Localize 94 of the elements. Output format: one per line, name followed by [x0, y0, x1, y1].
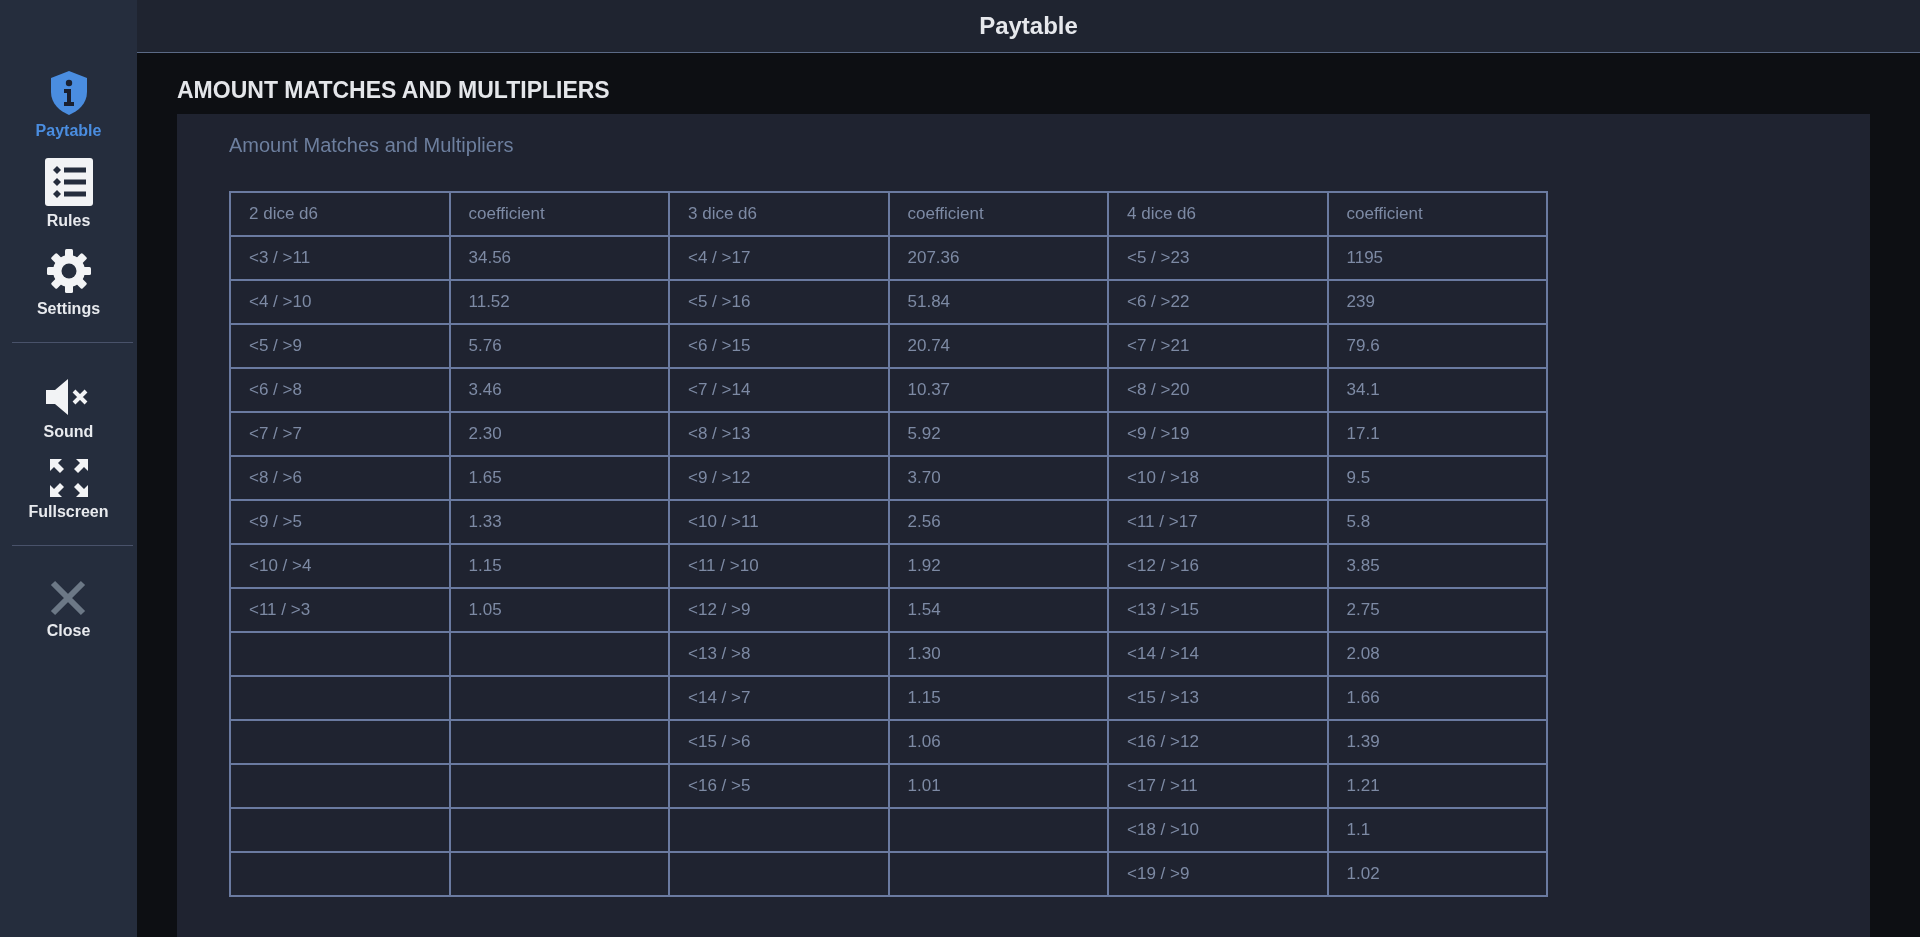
list-icon	[44, 158, 93, 206]
table-cell: <4 / >10	[230, 280, 450, 324]
table-cell: <13 / >8	[669, 632, 889, 676]
table-cell: 11.52	[449, 280, 669, 324]
table-cell: <5 / >23	[1108, 236, 1328, 280]
table-cell: 1.02	[1327, 852, 1547, 896]
table-cell: 2.75	[1327, 588, 1547, 632]
table-cell: <8 / >20	[1108, 368, 1328, 412]
close-icon	[50, 580, 87, 616]
table-cell: 5.76	[449, 324, 669, 368]
table-cell: <10 / >4	[230, 544, 450, 588]
table-cell: 1.33	[449, 500, 669, 544]
table-cell: <9 / >19	[1108, 412, 1328, 456]
table-cell: <7 / >21	[1108, 324, 1328, 368]
sidebar-item[interactable]: Sound	[39, 375, 98, 443]
column-header: coefficient	[1327, 192, 1547, 236]
table-cell: 1.66	[1327, 676, 1547, 720]
table-cell: <7 / >7	[230, 412, 450, 456]
table-cell: 2.30	[449, 412, 669, 456]
table-cell: 1.06	[888, 720, 1108, 764]
section-title: Amount Matches and Multipliers	[229, 134, 515, 157]
table-cell: <9 / >5	[230, 500, 450, 544]
table-cell: 2.08	[1327, 632, 1547, 676]
table-cell: <11 / >10	[669, 544, 889, 588]
table-cell: <6 / >8	[230, 368, 450, 412]
table-cell: 1.92	[888, 544, 1108, 588]
table-cell: 51.84	[888, 280, 1108, 324]
table-cell: 1195	[1327, 236, 1547, 280]
table-cell: 34.1	[1327, 368, 1547, 412]
sidebar-item[interactable]: Settings	[32, 246, 105, 320]
table-cell: 9.5	[1327, 456, 1547, 500]
column-header: 4 dice d6	[1108, 192, 1328, 236]
table-cell: 207.36	[888, 236, 1108, 280]
table-cell: 20.74	[888, 324, 1108, 368]
window-title: Paytable	[979, 12, 1078, 40]
table-cell: 1.30	[888, 632, 1108, 676]
table-cell: <7 / >14	[669, 368, 889, 412]
table-cell: 10.37	[888, 368, 1108, 412]
fullscreen-icon	[49, 459, 88, 497]
info-shield-icon	[48, 70, 89, 116]
table-cell: <13 / >15	[1108, 588, 1328, 632]
table-cell: <14 / >14	[1108, 632, 1328, 676]
table-cell: <6 / >15	[669, 324, 889, 368]
table-cell: 1.15	[888, 676, 1108, 720]
table-cell: 1.1	[1327, 808, 1547, 852]
table-cell: <19 / >9	[1108, 852, 1328, 896]
table-cell: <5 / >16	[669, 280, 889, 324]
column-header: 2 dice d6	[230, 192, 450, 236]
table-cell: <15 / >6	[669, 720, 889, 764]
table-cell: 34.56	[449, 236, 669, 280]
table-cell: <16 / >5	[669, 764, 889, 808]
table-cell: 1.05	[449, 588, 669, 632]
table-cell: <18 / >10	[1108, 808, 1328, 852]
table-cell: <14 / >7	[669, 676, 889, 720]
table-cell: <9 / >12	[669, 456, 889, 500]
sidebar-item[interactable]: Close	[42, 578, 95, 642]
sidebar-item[interactable]: Paytable	[31, 68, 106, 142]
table-cell: 17.1	[1327, 412, 1547, 456]
table-cell: 3.85	[1327, 544, 1547, 588]
table-cell: 1.15	[449, 544, 669, 588]
table-cell: 1.54	[888, 588, 1108, 632]
table-cell: <8 / >6	[230, 456, 450, 500]
table-cell: 79.6	[1327, 324, 1547, 368]
table-cell: 1.39	[1327, 720, 1547, 764]
table-cell: <6 / >22	[1108, 280, 1328, 324]
table-cell: 1.01	[888, 764, 1108, 808]
table-cell: <12 / >9	[669, 588, 889, 632]
table-cell: 1.65	[449, 456, 669, 500]
table-cell: <12 / >16	[1108, 544, 1328, 588]
table-cell: <16 / >12	[1108, 720, 1328, 764]
table-cell: 5.8	[1327, 500, 1547, 544]
table-cell: 239	[1327, 280, 1547, 324]
table-cell: <3 / >11	[230, 236, 450, 280]
sidebar-item[interactable]: Fullscreen	[24, 457, 113, 523]
table-cell: <5 / >9	[230, 324, 450, 368]
table-cell: <11 / >17	[1108, 500, 1328, 544]
table-cell: <4 / >17	[669, 236, 889, 280]
table-cell: <8 / >13	[669, 412, 889, 456]
table-cell: <10 / >11	[669, 500, 889, 544]
column-header: 3 dice d6	[669, 192, 889, 236]
table-cell: <11 / >3	[230, 588, 450, 632]
table-cell: <10 / >18	[1108, 456, 1328, 500]
table-cell: <15 / >13	[1108, 676, 1328, 720]
table-cell: 3.46	[449, 368, 669, 412]
table-cell: <17 / >11	[1108, 764, 1328, 808]
column-header: coefficient	[449, 192, 669, 236]
table-cell: 5.92	[888, 412, 1108, 456]
table-cell: 2.56	[888, 500, 1108, 544]
page-heading: AMOUNT MATCHES AND MULTIPLIERS	[177, 77, 611, 104]
sidebar-item[interactable]: Rules	[40, 156, 97, 232]
column-header: coefficient	[888, 192, 1108, 236]
table-cell: 3.70	[888, 456, 1108, 500]
table-cell: 1.21	[1327, 764, 1547, 808]
settings-icon	[45, 248, 92, 294]
